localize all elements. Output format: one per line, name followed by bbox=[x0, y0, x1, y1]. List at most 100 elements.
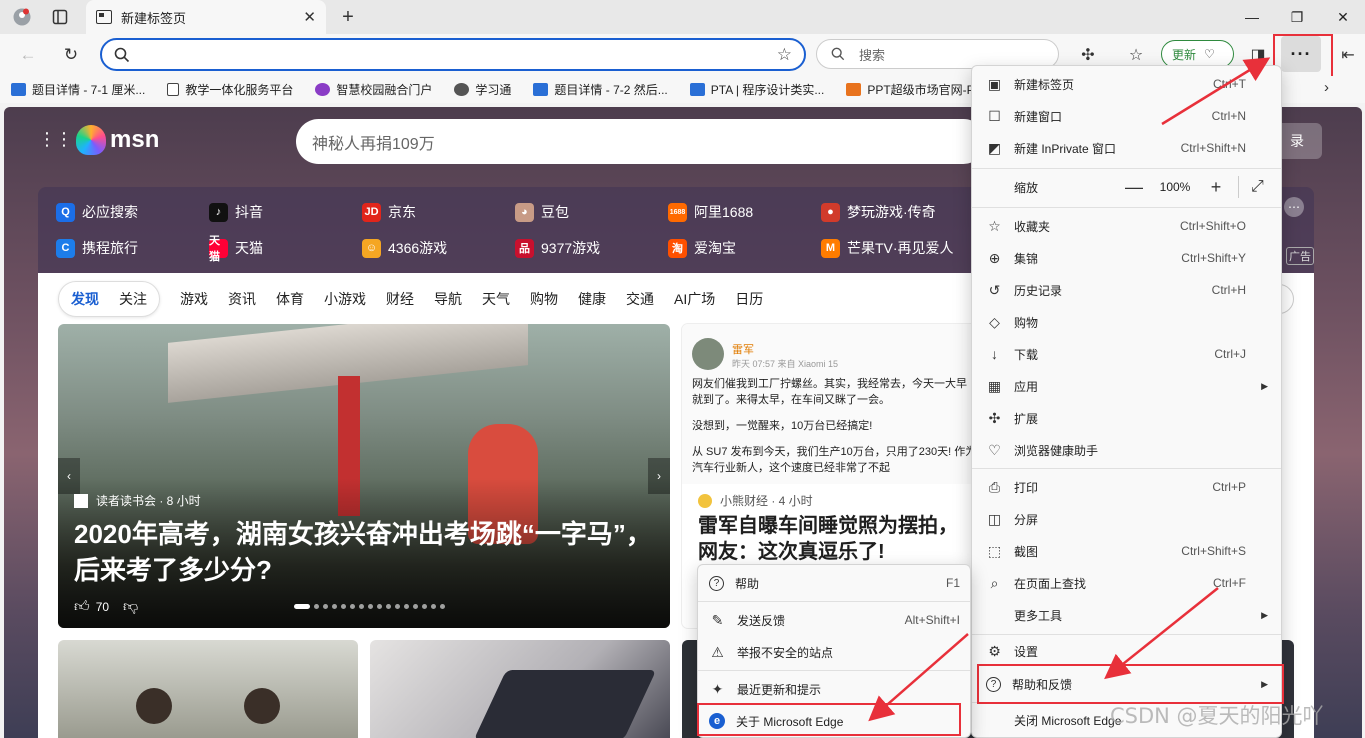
quick-link[interactable]: JD 京东 bbox=[362, 202, 416, 222]
menu-item-browser-health[interactable]: ♡ 浏览器健康助手 bbox=[972, 434, 1281, 466]
favorites-star-icon[interactable]: ☆ bbox=[1124, 43, 1148, 67]
menu-item-split-screen[interactable]: ◫ 分屏 bbox=[972, 503, 1281, 535]
favorite-link[interactable]: 教学一体化服务平台 bbox=[167, 81, 293, 98]
favorites-overflow-chevron-icon[interactable]: › bbox=[1324, 79, 1329, 96]
menu-item-extensions[interactable]: ✣ 扩展 bbox=[972, 402, 1281, 434]
apps-grid-icon[interactable]: ⋮⋮⋮ bbox=[38, 130, 90, 157]
tab-following[interactable]: 关注 bbox=[119, 289, 147, 309]
carousel-dot[interactable] bbox=[440, 604, 445, 609]
tab-mini-games[interactable]: 小游戏 bbox=[324, 289, 366, 309]
carousel-dot[interactable] bbox=[294, 604, 310, 609]
menu-item-find-on-page[interactable]: ⌕ 在页面上查找 Ctrl+F bbox=[972, 567, 1281, 599]
msn-search-input[interactable]: 神秘人再捐109万 bbox=[296, 119, 986, 164]
news-card-thumbnail[interactable] bbox=[58, 640, 358, 738]
thumbs-up-icon[interactable]: 👍︎ bbox=[74, 598, 90, 616]
quick-link[interactable]: 天猫 天猫 bbox=[209, 235, 263, 263]
quick-link[interactable]: M 芒果TV·再见爱人 bbox=[821, 238, 954, 258]
quick-link[interactable]: 1688 阿里1688 bbox=[668, 202, 753, 222]
menu-item-print[interactable]: ⎙ 打印 Ctrl+P bbox=[972, 471, 1281, 503]
tab-close-icon[interactable]: ✕ bbox=[303, 8, 316, 26]
thumbs-down-icon[interactable]: 👎︎ bbox=[123, 598, 138, 616]
quick-link[interactable]: Q 必应搜索 bbox=[56, 202, 138, 222]
menu-item-new-tab[interactable]: ▣ 新建标签页 Ctrl+T bbox=[972, 68, 1281, 100]
carousel-dot[interactable] bbox=[386, 604, 391, 609]
menu-item-shopping[interactable]: ◇ 购物 bbox=[972, 306, 1281, 338]
tab-discover[interactable]: 发现 bbox=[71, 289, 99, 309]
carousel-dot[interactable] bbox=[413, 604, 418, 609]
tab-health[interactable]: 健康 bbox=[578, 289, 606, 309]
menu-item-collections[interactable]: ⊕ 集锦 Ctrl+Shift+Y bbox=[972, 242, 1281, 274]
fullscreen-icon[interactable]: ⤢ bbox=[1251, 178, 1264, 196]
quick-link[interactable]: ◕ 豆包 bbox=[515, 202, 569, 222]
carousel-dot[interactable] bbox=[431, 604, 436, 609]
carousel-dot[interactable] bbox=[323, 604, 328, 609]
zoom-in-button[interactable]: + bbox=[1204, 177, 1228, 198]
menu-item-settings[interactable]: ⚙ 设置 bbox=[972, 635, 1281, 667]
menu-item-screenshot[interactable]: ⬚ 截图 Ctrl+Shift+S bbox=[972, 535, 1281, 567]
update-button[interactable]: 更新 ♡ bbox=[1161, 40, 1234, 68]
carousel-dot[interactable] bbox=[341, 604, 346, 609]
favorite-link[interactable]: 智慧校园融合门户 bbox=[315, 81, 432, 98]
profile-avatar-icon[interactable] bbox=[12, 7, 32, 27]
tab-news[interactable]: 资讯 bbox=[228, 289, 256, 309]
split-screen-icon[interactable]: ◨ bbox=[1246, 43, 1270, 67]
hero-news-card[interactable]: ‹ › 读者读书会 · 8 小时 2020年高考，湖南女孩兴奋冲出考场跳“一字马… bbox=[58, 324, 670, 628]
add-favorite-star-icon[interactable]: ☆ bbox=[777, 45, 792, 65]
menu-item-new-window[interactable]: ☐ 新建窗口 Ctrl+N bbox=[972, 100, 1281, 132]
menu-item-help[interactable]: ? 帮助 F1 bbox=[698, 567, 970, 599]
menu-item-history[interactable]: ↺ 历史记录 Ctrl+H bbox=[972, 274, 1281, 306]
carousel-dot[interactable] bbox=[332, 604, 337, 609]
zoom-out-button[interactable]: — bbox=[1122, 177, 1146, 198]
tab-actions-icon[interactable] bbox=[50, 7, 70, 27]
quick-link[interactable]: ♪ 抖音 bbox=[209, 202, 263, 222]
back-icon[interactable]: ← bbox=[16, 43, 40, 67]
carousel-dot[interactable] bbox=[368, 604, 373, 609]
new-tab-button[interactable]: + bbox=[338, 6, 358, 28]
hero-title[interactable]: 2020年高考，湖南女孩兴奋冲出考场跳“一字马”，后来考了多少分? bbox=[74, 516, 654, 588]
tab-ai-plaza[interactable]: AI广场 bbox=[674, 289, 715, 309]
quick-link[interactable]: C 携程旅行 bbox=[56, 238, 138, 258]
sidebar-toggle-icon[interactable]: ⇤ bbox=[1336, 43, 1360, 67]
quick-link[interactable]: ● 梦玩游戏·传奇 bbox=[821, 202, 936, 222]
post-title[interactable]: 雷军自曝车间睡觉照为摆拍，网友：这次真逗乐了! bbox=[698, 513, 968, 565]
favorite-link[interactable]: 题目详情 - 7-2 然后... bbox=[533, 81, 668, 98]
favorite-link[interactable]: PTA | 程序设计类实... bbox=[689, 81, 824, 98]
tab-weather[interactable]: 天气 bbox=[482, 289, 510, 309]
news-card-thumbnail[interactable] bbox=[370, 640, 670, 738]
minimize-icon[interactable]: — bbox=[1240, 6, 1264, 28]
quick-links-more-icon[interactable]: ⋯ bbox=[1284, 197, 1304, 217]
menu-item-report-unsafe-site[interactable]: ⚠ 举报不安全的站点 bbox=[698, 636, 970, 668]
close-window-icon[interactable]: ✕ bbox=[1331, 6, 1355, 28]
carousel-dot[interactable] bbox=[377, 604, 382, 609]
tab-traffic[interactable]: 交通 bbox=[626, 289, 654, 309]
tab-calendar[interactable]: 日历 bbox=[735, 289, 763, 309]
tab-new-tab[interactable]: 新建标签页 ✕ bbox=[86, 0, 326, 34]
tab-finance[interactable]: 财经 bbox=[386, 289, 414, 309]
carousel-dot[interactable] bbox=[359, 604, 364, 609]
carousel-dot[interactable] bbox=[422, 604, 427, 609]
favorite-link[interactable]: PPT超级市场官网-P... bbox=[846, 81, 983, 98]
carousel-dot[interactable] bbox=[395, 604, 400, 609]
menu-item-apps[interactable]: ▦ 应用 ▶ bbox=[972, 370, 1281, 402]
carousel-dot[interactable] bbox=[350, 604, 355, 609]
restore-icon[interactable]: ❐ bbox=[1285, 6, 1309, 28]
carousel-prev-icon[interactable]: ‹ bbox=[58, 458, 80, 494]
quick-link[interactable]: 淘爱淘宝 bbox=[668, 238, 736, 258]
carousel-dot[interactable] bbox=[314, 604, 319, 609]
carousel-dot[interactable] bbox=[404, 604, 409, 609]
tab-sports[interactable]: 体育 bbox=[276, 289, 304, 309]
quick-link[interactable]: 品 9377游戏 bbox=[515, 238, 600, 258]
extensions-puzzle-icon[interactable]: ✣ bbox=[1076, 43, 1100, 67]
menu-item-downloads[interactable]: ↓ 下载 Ctrl+J bbox=[972, 338, 1281, 370]
menu-item-more-tools[interactable]: 更多工具 ▶ bbox=[972, 599, 1281, 631]
menu-item-send-feedback[interactable]: ✎ 发送反馈 Alt+Shift+I bbox=[698, 604, 970, 636]
tab-navigation[interactable]: 导航 bbox=[434, 289, 462, 309]
refresh-icon[interactable]: ↻ bbox=[59, 43, 83, 67]
menu-item-whats-new[interactable]: ✦ 最近更新和提示 bbox=[698, 673, 970, 705]
msn-logo[interactable]: msn bbox=[76, 125, 159, 155]
tab-shopping[interactable]: 购物 bbox=[530, 289, 558, 309]
favorite-link[interactable]: 学习通 bbox=[454, 81, 511, 98]
menu-item-new-inprivate[interactable]: ◩ 新建 InPrivate 窗口 Ctrl+Shift+N bbox=[972, 132, 1281, 164]
tab-games[interactable]: 游戏 bbox=[180, 289, 208, 309]
carousel-next-icon[interactable]: › bbox=[648, 458, 670, 494]
